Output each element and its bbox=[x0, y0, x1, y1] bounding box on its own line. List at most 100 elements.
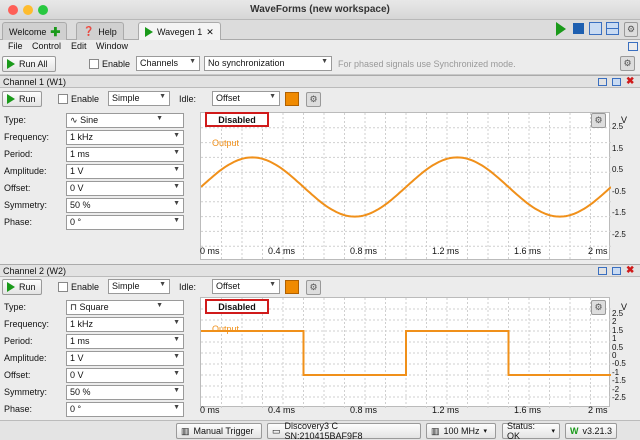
symmetry-field[interactable]: 50 % ▼ bbox=[66, 198, 184, 213]
menu-edit[interactable]: Edit bbox=[71, 41, 87, 51]
layout-split-icon[interactable] bbox=[606, 22, 619, 35]
enable-all-label: Enable bbox=[102, 59, 131, 69]
param-name: Type: bbox=[4, 302, 27, 312]
amplitude-field[interactable]: 1 V ▼ bbox=[66, 351, 184, 366]
channel1-mode-select[interactable]: Simple ▼ bbox=[108, 91, 170, 106]
dropdown-arrow-icon: ▼ bbox=[173, 132, 180, 139]
dropdown-arrow-icon: ▼ bbox=[159, 93, 166, 100]
period-field[interactable]: 1 ms ▼ bbox=[66, 334, 184, 349]
device-button[interactable]: ▭ Discovery3 C SN:210415BAF9F8 bbox=[267, 421, 421, 440]
channels-select[interactable]: Channels ▼ bbox=[136, 56, 200, 71]
channel1-plot-settings-icon[interactable]: ⚙ bbox=[591, 113, 606, 128]
symmetry-field[interactable]: 50 % ▼ bbox=[66, 385, 184, 400]
dropdown-arrow-icon: ▼ bbox=[269, 93, 276, 100]
param-name: Amplitude: bbox=[4, 166, 47, 176]
channel1-enable-checkbox[interactable] bbox=[58, 94, 68, 104]
channel1-legend: Output bbox=[212, 138, 240, 148]
settings-gear-icon[interactable]: ⚙ bbox=[624, 22, 638, 37]
maximize-icon[interactable] bbox=[612, 78, 621, 86]
menu-file[interactable]: File bbox=[8, 41, 23, 51]
param-row: Phase: 0 ° ▼ bbox=[0, 214, 186, 230]
channel2-idle-select[interactable]: Offset ▼ bbox=[212, 279, 280, 294]
x-tick-label: 0.4 ms bbox=[268, 246, 296, 256]
channel1-settings-icon[interactable]: ⚙ bbox=[306, 92, 321, 107]
close-tab-icon[interactable]: ✕ bbox=[206, 27, 214, 38]
menu-window[interactable]: Window bbox=[96, 41, 128, 51]
play-icon bbox=[7, 94, 15, 104]
frequency-field[interactable]: 1 kHz ▼ bbox=[66, 317, 184, 332]
layout-tabs-icon[interactable] bbox=[589, 22, 602, 35]
channel2-controls: Run Enable Simple ▼ Idle: Offset ▼ ⚙ bbox=[0, 277, 640, 297]
dropdown-arrow-icon: ▼ bbox=[189, 58, 196, 65]
channel2-mode-select[interactable]: Simple ▼ bbox=[108, 279, 170, 294]
channel2-status-badge: Disabled bbox=[205, 299, 269, 314]
dock-icon[interactable] bbox=[598, 267, 607, 275]
dropdown-arrow-icon: ▼ bbox=[173, 149, 180, 156]
run-icon[interactable] bbox=[556, 22, 568, 36]
x-tick-label: 1.6 ms bbox=[514, 405, 542, 415]
manual-trigger-button[interactable]: ▥ Manual Trigger bbox=[176, 423, 262, 439]
x-tick-label: 1.6 ms bbox=[514, 246, 542, 256]
channel1-idle-select[interactable]: Offset ▼ bbox=[212, 91, 280, 106]
toolbar-settings-icon[interactable]: ⚙ bbox=[620, 56, 635, 71]
restore-panel-icon[interactable] bbox=[628, 42, 638, 51]
channel2-run-button[interactable]: Run bbox=[2, 279, 42, 295]
type-value: Square bbox=[79, 302, 109, 312]
offset-field[interactable]: 0 V ▼ bbox=[66, 368, 184, 383]
tab-wavegen[interactable]: Wavegen 1 ✕ bbox=[138, 22, 221, 41]
channels-value: Channels bbox=[140, 58, 179, 68]
run-all-button[interactable]: Run All bbox=[2, 56, 56, 72]
tab-bar: Welcome ✚ ❓ Help Wavegen 1 ✕ ⚙ bbox=[0, 20, 640, 41]
phase-field[interactable]: 0 ° ▼ bbox=[66, 215, 184, 230]
type-select[interactable]: ∿ Sine ▼ bbox=[66, 113, 184, 128]
channel2-enable-checkbox[interactable] bbox=[58, 282, 68, 292]
channel1-color-swatch[interactable] bbox=[285, 92, 299, 106]
maximize-icon[interactable] bbox=[612, 267, 621, 275]
run-all-label: Run All bbox=[19, 59, 48, 69]
offset-field[interactable]: 0 V ▼ bbox=[66, 181, 184, 196]
enable-all-checkbox[interactable] bbox=[89, 59, 99, 69]
channel2-color-swatch[interactable] bbox=[285, 280, 299, 294]
tab-welcome[interactable]: Welcome ✚ bbox=[2, 22, 68, 40]
tab-help[interactable]: ❓ Help bbox=[76, 22, 124, 40]
dock-icon[interactable] bbox=[598, 78, 607, 86]
frequency-value: 1 kHz bbox=[70, 132, 94, 142]
x-tick-label: 1.2 ms bbox=[432, 405, 460, 415]
param-name: Frequency: bbox=[4, 132, 50, 142]
dropdown-arrow-icon: ▼ bbox=[173, 166, 180, 173]
param-name: Period: bbox=[4, 149, 33, 159]
clock-button[interactable]: ▥ 100 MHz ▾ bbox=[426, 423, 496, 439]
param-name: Symmetry: bbox=[4, 387, 48, 397]
menu-bar: File Control Edit Window bbox=[0, 40, 640, 53]
param-name: Offset: bbox=[4, 370, 31, 380]
channel2-settings-icon[interactable]: ⚙ bbox=[306, 280, 321, 295]
freq-label: 100 MHz bbox=[443, 426, 480, 436]
frequency-field[interactable]: 1 kHz ▼ bbox=[66, 130, 184, 145]
channel1-params: Type: ∿ Sine ▼ Frequency: 1 kHz ▼ Period: 1… bbox=[0, 112, 186, 260]
param-row: Frequency: 1 kHz ▼ bbox=[0, 316, 186, 332]
status-button[interactable]: Status: OK ▾ bbox=[502, 421, 560, 440]
param-name: Symmetry: bbox=[4, 200, 48, 210]
status-bar: ▥ Manual Trigger ▭ Discovery3 C SN:21041… bbox=[0, 420, 640, 440]
channel2-plot-settings-icon[interactable]: ⚙ bbox=[591, 300, 606, 315]
amplitude-field[interactable]: 1 V ▼ bbox=[66, 164, 184, 179]
phase-field[interactable]: 0 ° ▼ bbox=[66, 402, 184, 417]
param-row: Frequency: 1 kHz ▼ bbox=[0, 129, 186, 145]
add-plus-icon[interactable]: ✚ bbox=[50, 25, 60, 39]
channel1-run-button[interactable]: Run bbox=[2, 91, 42, 107]
menu-control[interactable]: Control bbox=[32, 41, 61, 51]
sine-icon: ∿ bbox=[70, 115, 78, 125]
channel1-header: Channel 1 (W1) ✖ bbox=[0, 75, 640, 88]
version-button[interactable]: W v3.21.3 bbox=[565, 423, 617, 439]
sync-select[interactable]: No synchronization ▼ bbox=[204, 56, 332, 71]
symmetry-value: 50 % bbox=[70, 200, 91, 210]
close-channel-icon[interactable]: ✖ bbox=[626, 265, 634, 276]
help-icon: ❓ bbox=[83, 26, 95, 36]
offset-value: 0 V bbox=[70, 370, 84, 380]
close-channel-icon[interactable]: ✖ bbox=[626, 76, 634, 87]
period-field[interactable]: 1 ms ▼ bbox=[66, 147, 184, 162]
x-tick-label: 0.4 ms bbox=[268, 405, 296, 415]
dropdown-arrow-icon: ▼ bbox=[173, 183, 180, 190]
stop-icon[interactable] bbox=[573, 23, 584, 34]
type-select[interactable]: ⊓ Square ▼ bbox=[66, 300, 184, 315]
